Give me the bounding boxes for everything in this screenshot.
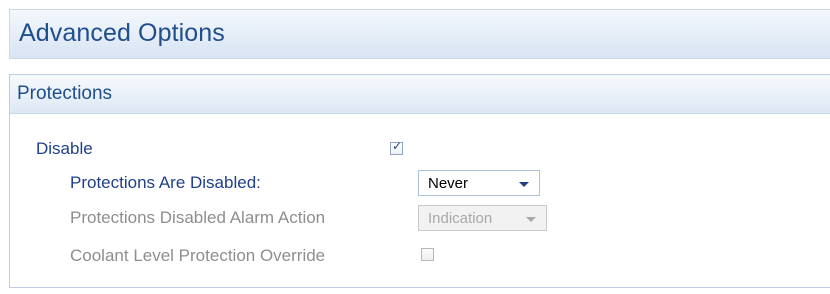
- page-title: Advanced Options: [19, 19, 225, 47]
- protections-are-disabled-label: Protections Are Disabled:: [70, 173, 261, 192]
- protections-are-disabled-dropdown[interactable]: Never: [418, 170, 540, 196]
- chevron-down-icon: [526, 217, 536, 222]
- coolant-override-label: Coolant Level Protection Override: [70, 246, 326, 265]
- panel-title: Protections: [17, 83, 113, 104]
- protections-panel: Protections Disable ✓ Protections Are Di…: [9, 74, 830, 288]
- disable-label: Disable: [36, 139, 93, 158]
- alarm-action-label: Protections Disabled Alarm Action: [70, 208, 326, 227]
- alarm-action-dropdown: Indication: [418, 205, 547, 231]
- advanced-options-page: Advanced Options Protections Disable ✓ P…: [0, 0, 830, 294]
- chevron-down-icon: [519, 182, 529, 187]
- checkmark-icon: ✓: [391, 139, 403, 153]
- dropdown-value: Indication: [428, 210, 493, 227]
- dropdown-value: Never: [428, 175, 469, 192]
- protections-panel-header[interactable]: Protections: [10, 75, 830, 114]
- advanced-options-header: Advanced Options: [9, 9, 830, 59]
- coolant-override-checkbox: [421, 248, 434, 261]
- disable-checkbox[interactable]: ✓: [390, 139, 403, 155]
